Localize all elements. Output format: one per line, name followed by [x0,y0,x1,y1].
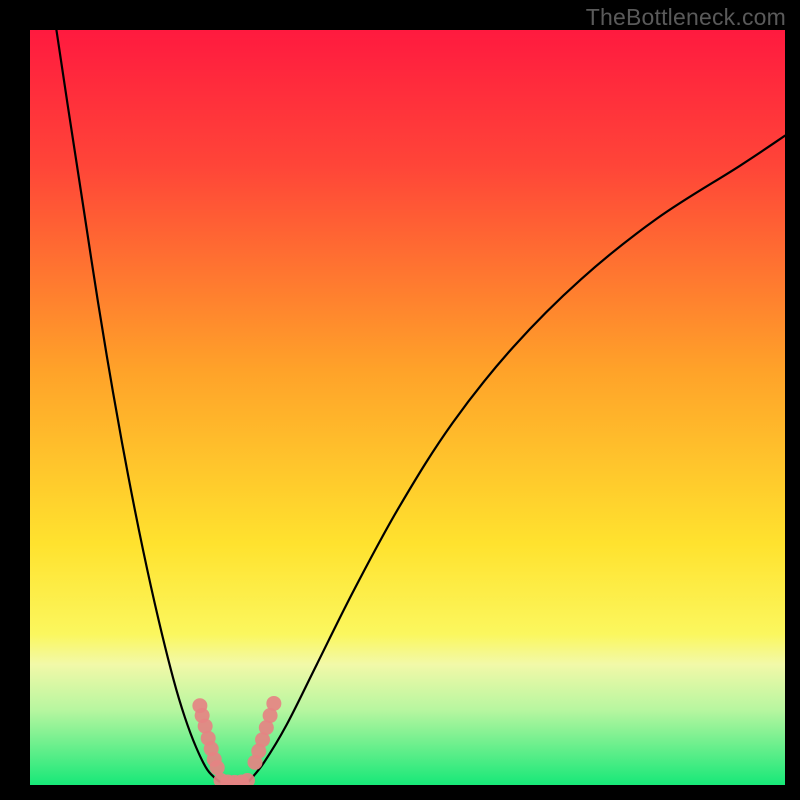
gradient-background [30,30,785,785]
watermark-text: TheBottleneck.com [586,4,786,31]
marker-dot [210,760,225,775]
plot-area [30,30,785,785]
marker-dot [266,696,281,711]
chart-frame: TheBottleneck.com [0,0,800,800]
chart-svg [30,30,785,785]
